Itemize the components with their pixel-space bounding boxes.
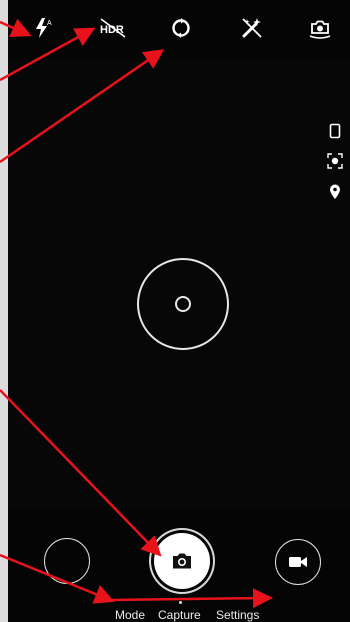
svg-text:A: A	[47, 20, 52, 27]
effects-off-icon[interactable]	[238, 14, 266, 42]
videocam-icon	[289, 557, 307, 567]
gallery-thumbnail-button[interactable]	[44, 538, 90, 584]
shutter-button[interactable]	[154, 533, 210, 589]
settings-tab[interactable]: Settings	[216, 608, 259, 622]
capture-tab[interactable]: Capture	[158, 608, 201, 622]
aspect-ratio-icon[interactable]	[326, 122, 344, 140]
switch-camera-icon[interactable]	[167, 14, 195, 42]
face-detect-icon[interactable]	[326, 152, 344, 170]
mode-tab[interactable]: Mode	[115, 608, 145, 622]
focus-point	[175, 296, 191, 312]
location-icon[interactable]	[326, 183, 344, 201]
hdr-off-icon[interactable]: HDR	[96, 14, 130, 42]
flash-auto-icon[interactable]: A	[30, 14, 58, 42]
camera-icon	[173, 553, 191, 569]
video-record-button[interactable]	[275, 539, 321, 585]
active-mode-indicator	[179, 601, 182, 604]
camera-settings-icon[interactable]	[306, 14, 334, 42]
